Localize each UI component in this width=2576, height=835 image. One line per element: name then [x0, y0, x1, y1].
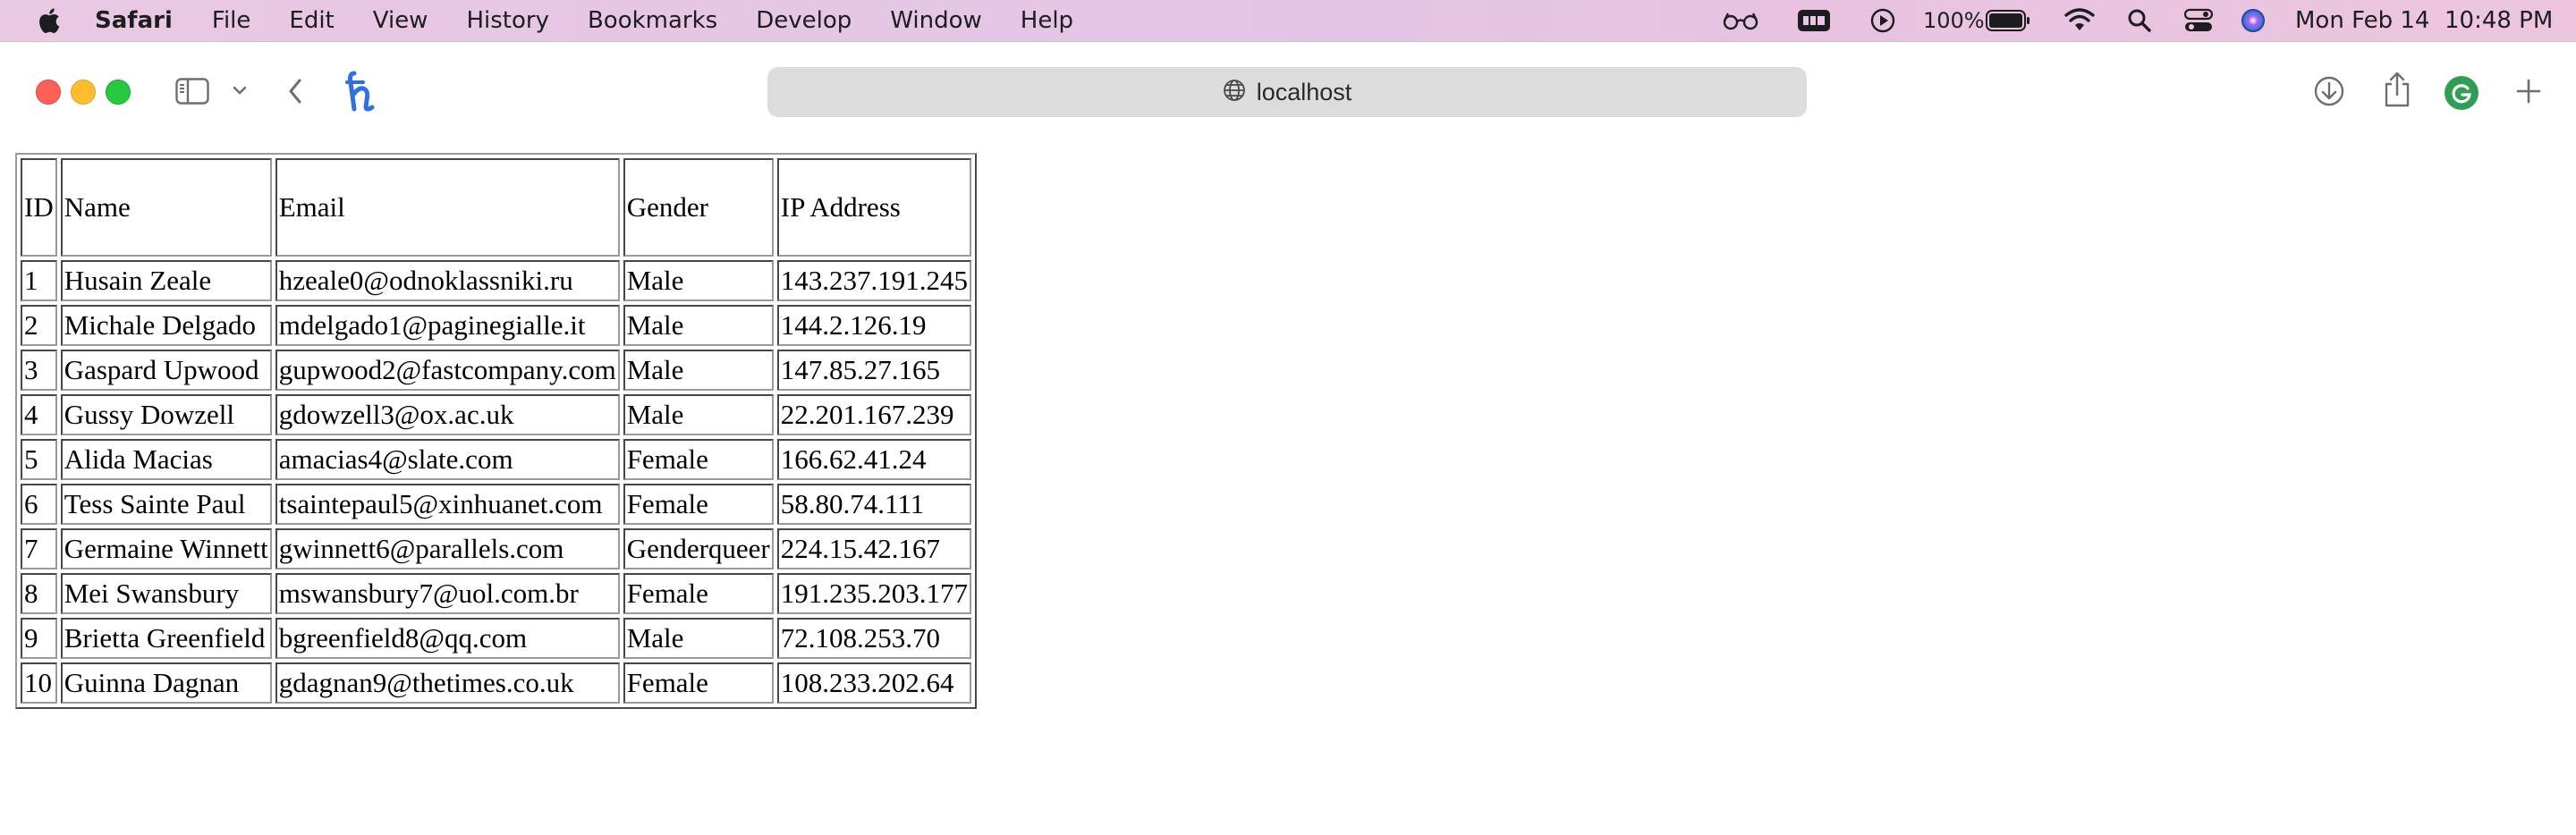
reading-glasses-icon[interactable]: [1722, 0, 1759, 41]
address-url[interactable]: localhost: [1257, 79, 1352, 106]
cell-name: Husain Zeale: [60, 260, 272, 301]
cell-ip-address: 224.15.42.167: [776, 528, 972, 569]
honey-extension-icon[interactable]: [342, 69, 381, 114]
cell-gender: Male: [623, 260, 774, 301]
table-row: 8 Mei Swansbury mswansbury7@uol.com.br F…: [21, 573, 972, 614]
cell-gender: Female: [623, 662, 774, 704]
browser-toolbar: localhost: [0, 41, 2576, 142]
cell-id: 8: [21, 573, 57, 614]
cell-gender: Female: [623, 573, 774, 614]
table-row: 3 Gaspard Upwood gupwood2@fastcompany.co…: [21, 350, 972, 391]
cell-ip-address: 108.233.202.64: [776, 662, 972, 704]
spotlight-search-icon[interactable]: [2127, 0, 2152, 41]
cell-id: 6: [21, 484, 57, 525]
cell-gender: Female: [623, 439, 774, 480]
table-header-row: ID Name Email Gender IP Address: [21, 158, 972, 257]
status-menu-extras: 100% Mon Feb 14 10:48 PM: [0, 0, 2576, 41]
cell-gender: Male: [623, 394, 774, 435]
table-row: 4 Gussy Dowzell gdowzell3@ox.ac.uk Male …: [21, 394, 972, 435]
menubar-clock[interactable]: Mon Feb 14 10:48 PM: [2295, 0, 2553, 41]
siri-icon[interactable]: [2241, 0, 2266, 41]
cell-id: 9: [21, 618, 57, 659]
battery-percent: 100%: [1923, 8, 1985, 33]
grammarly-extension-icon[interactable]: [2445, 76, 2479, 110]
cell-name: Brietta Greenfield: [60, 618, 272, 659]
cell-gender: Female: [623, 484, 774, 525]
cell-id: 10: [21, 662, 57, 704]
cell-email: mdelgado1@paginegialle.it: [275, 305, 620, 346]
globe-icon: [1223, 79, 1246, 106]
web-page-content: ID Name Email Gender IP Address 1 Husain…: [0, 141, 2576, 835]
menu-bar: Safari File Edit View History Bookmarks …: [0, 0, 2576, 41]
column-header-id: ID: [21, 158, 57, 257]
back-arrow-icon[interactable]: [284, 76, 306, 106]
zoom-window-button[interactable]: [106, 80, 131, 105]
cell-name: Gaspard Upwood: [60, 350, 272, 391]
control-center-icon[interactable]: [2184, 0, 2213, 41]
game-controller-icon[interactable]: [1797, 0, 1831, 41]
sidebar-toggle-icon[interactable]: [175, 76, 209, 106]
users-table: ID Name Email Gender IP Address 1 Husain…: [15, 153, 978, 709]
cell-email: hzeale0@odnoklassniki.ru: [275, 260, 620, 301]
cell-ip-address: 166.62.41.24: [776, 439, 972, 480]
battery-icon[interactable]: [1986, 0, 2030, 41]
cell-email: bgreenfield8@qq.com: [275, 618, 620, 659]
cell-ip-address: 143.237.191.245: [776, 260, 972, 301]
cell-name: Germaine Winnett: [60, 528, 272, 569]
cell-id: 1: [21, 260, 57, 301]
cell-name: Tess Sainte Paul: [60, 484, 272, 525]
column-header-gender: Gender: [623, 158, 774, 257]
new-tab-plus-icon[interactable]: [2513, 76, 2544, 106]
cell-email: tsaintepaul5@xinhuanet.com: [275, 484, 620, 525]
cell-email: gdowzell3@ox.ac.uk: [275, 394, 620, 435]
chevron-down-icon[interactable]: [231, 81, 249, 99]
cell-email: gupwood2@fastcompany.com: [275, 350, 620, 391]
cell-id: 2: [21, 305, 57, 346]
cell-name: Michale Delgado: [60, 305, 272, 346]
share-icon[interactable]: [2381, 69, 2413, 110]
table-row: 7 Germaine Winnett gwinnett6@parallels.c…: [21, 528, 972, 569]
table-row: 10 Guinna Dagnan gdagnan9@thetimes.co.uk…: [21, 662, 972, 704]
cell-ip-address: 22.201.167.239: [776, 394, 972, 435]
cell-id: 7: [21, 528, 57, 569]
cell-ip-address: 147.85.27.165: [776, 350, 972, 391]
cell-ip-address: 144.2.126.19: [776, 305, 972, 346]
cell-gender: Male: [623, 618, 774, 659]
cell-id: 3: [21, 350, 57, 391]
minimize-window-button[interactable]: [71, 80, 96, 105]
now-playing-icon[interactable]: [1870, 0, 1895, 41]
cell-gender: Male: [623, 305, 774, 346]
table-row: 2 Michale Delgado mdelgado1@paginegialle…: [21, 305, 972, 346]
address-bar[interactable]: localhost: [767, 67, 1807, 117]
cell-gender: Genderqueer: [623, 528, 774, 569]
column-header-email: Email: [275, 158, 620, 257]
table-row: 1 Husain Zeale hzeale0@odnoklassniki.ru …: [21, 260, 972, 301]
cell-gender: Male: [623, 350, 774, 391]
cell-email: mswansbury7@uol.com.br: [275, 573, 620, 614]
cell-ip-address: 72.108.253.70: [776, 618, 972, 659]
cell-ip-address: 58.80.74.111: [776, 484, 972, 525]
cell-ip-address: 191.235.203.177: [776, 573, 972, 614]
downloads-icon[interactable]: [2312, 74, 2346, 108]
cell-name: Gussy Dowzell: [60, 394, 272, 435]
wifi-icon[interactable]: [2063, 0, 2096, 41]
cell-email: amacias4@slate.com: [275, 439, 620, 480]
cell-email: gdagnan9@thetimes.co.uk: [275, 662, 620, 704]
cell-id: 5: [21, 439, 57, 480]
column-header-ip-address: IP Address: [776, 158, 972, 257]
cell-id: 4: [21, 394, 57, 435]
table-row: 6 Tess Sainte Paul tsaintepaul5@xinhuane…: [21, 484, 972, 525]
cell-name: Alida Macias: [60, 439, 272, 480]
column-header-name: Name: [60, 158, 272, 257]
cell-email: gwinnett6@parallels.com: [275, 528, 620, 569]
table-row: 5 Alida Macias amacias4@slate.com Female…: [21, 439, 972, 480]
cell-name: Mei Swansbury: [60, 573, 272, 614]
table-row: 9 Brietta Greenfield bgreenfield8@qq.com…: [21, 618, 972, 659]
cell-name: Guinna Dagnan: [60, 662, 272, 704]
close-window-button[interactable]: [36, 80, 61, 105]
